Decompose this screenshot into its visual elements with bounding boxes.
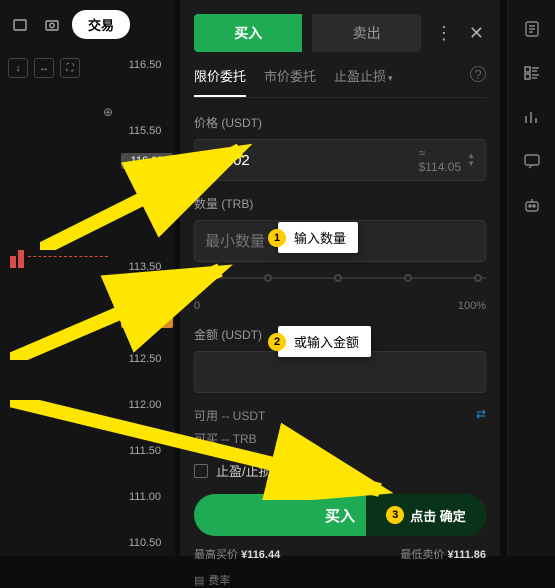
download-icon[interactable]: ↓ — [8, 58, 28, 78]
buy-tab[interactable]: 买入 — [194, 14, 302, 52]
price-tick: 116.50 — [115, 50, 175, 80]
amount-input[interactable] — [205, 364, 475, 381]
price-stepper[interactable]: ▲▼ — [467, 152, 475, 168]
price-tick: 113.00 — [115, 290, 175, 336]
buyable-amount: 可买 -- TRB — [194, 430, 257, 447]
chart-bars-icon[interactable] — [521, 106, 543, 128]
price-tick: 115.50 — [115, 108, 175, 154]
order-panel: 买入 卖出 ⋮ ✕ 限价委托 市价委托 止盈止损▾ ? 价格 (USDT) ≈ … — [180, 0, 500, 556]
price-input-box[interactable]: ≈ $114.05 ▲▼ — [194, 139, 486, 181]
annotation-badge-3: 3 — [386, 506, 404, 524]
annotation-1: 1 输入数量 — [278, 222, 358, 253]
trade-button[interactable]: 交易 — [72, 10, 130, 39]
price-label: 价格 (USDT) — [194, 114, 486, 131]
price-tick: 112.50 — [115, 336, 175, 382]
chat-icon[interactable] — [521, 150, 543, 172]
chart-area: 交易 ↓ ↔ ⛶ ⊕ 116.50 116.09 115.50 115.00 1… — [0, 0, 175, 556]
qty-label: 数量 (TRB) — [194, 195, 486, 212]
max-buy-price: 最高买价 ¥116.44 — [194, 546, 280, 562]
right-rail — [507, 0, 555, 556]
price-tick: 111.00 — [115, 474, 175, 520]
help-icon[interactable]: ? — [470, 66, 486, 82]
fee-label: 费率 — [208, 572, 230, 588]
crosshair-icon: ⊕ — [103, 105, 113, 119]
available-balance: 可用 -- USDT — [194, 407, 265, 424]
tab-market[interactable]: 市价委托 — [264, 66, 316, 97]
tab-limit[interactable]: 限价委托 — [194, 66, 246, 97]
camera-icon[interactable] — [40, 13, 64, 37]
price-axis: 116.50 116.09 115.50 115.00 114.16 90.30… — [115, 50, 175, 566]
list-icon[interactable] — [521, 62, 543, 84]
confirm-buy-button[interactable]: 买入 3 点击 确定 — [194, 494, 486, 536]
sell-tab[interactable]: 卖出 — [312, 14, 420, 52]
price-dash-line — [28, 256, 108, 257]
annotation-text-3: 点击 确定 — [410, 506, 466, 525]
slider-max: 100% — [458, 300, 486, 312]
tpsl-checkbox[interactable] — [194, 464, 208, 478]
annotation-badge-1: 1 — [268, 229, 286, 247]
robot-icon[interactable] — [521, 194, 543, 216]
price-input[interactable] — [205, 152, 419, 169]
fullscreen-icon[interactable]: ⛶ — [60, 58, 80, 78]
close-icon[interactable]: ✕ — [467, 23, 486, 44]
annotation-badge-2: 2 — [268, 333, 286, 351]
tpsl-label: 止盈/止损 — [216, 461, 272, 480]
kebab-icon[interactable]: ⋮ — [431, 23, 457, 44]
note-icon[interactable] — [521, 18, 543, 40]
min-sell-price: 最低卖价 ¥111.86 — [400, 546, 486, 562]
window-icon[interactable] — [8, 13, 32, 37]
qty-slider[interactable] — [194, 270, 486, 292]
swap-icon[interactable]: ⇄ — [476, 407, 486, 424]
price-tick: 110.50 — [115, 520, 175, 566]
price-tick: 115.00 — [115, 154, 175, 200]
amount-input-box[interactable] — [194, 351, 486, 393]
annotation-2: 2 或输入金额 — [278, 326, 371, 357]
price-approx: ≈ $114.05 — [419, 146, 461, 174]
slider-min: 0 — [194, 300, 200, 312]
expand-x-icon[interactable]: ↔ — [34, 58, 54, 78]
price-tick: 113.50 — [115, 244, 175, 290]
price-tick: 112.00 — [115, 382, 175, 428]
fee-icon: ▤ — [194, 574, 204, 587]
price-tick: 111.50 — [115, 428, 175, 474]
tab-tpsl[interactable]: 止盈止损▾ — [334, 66, 393, 97]
candlestick-sample — [10, 250, 26, 273]
